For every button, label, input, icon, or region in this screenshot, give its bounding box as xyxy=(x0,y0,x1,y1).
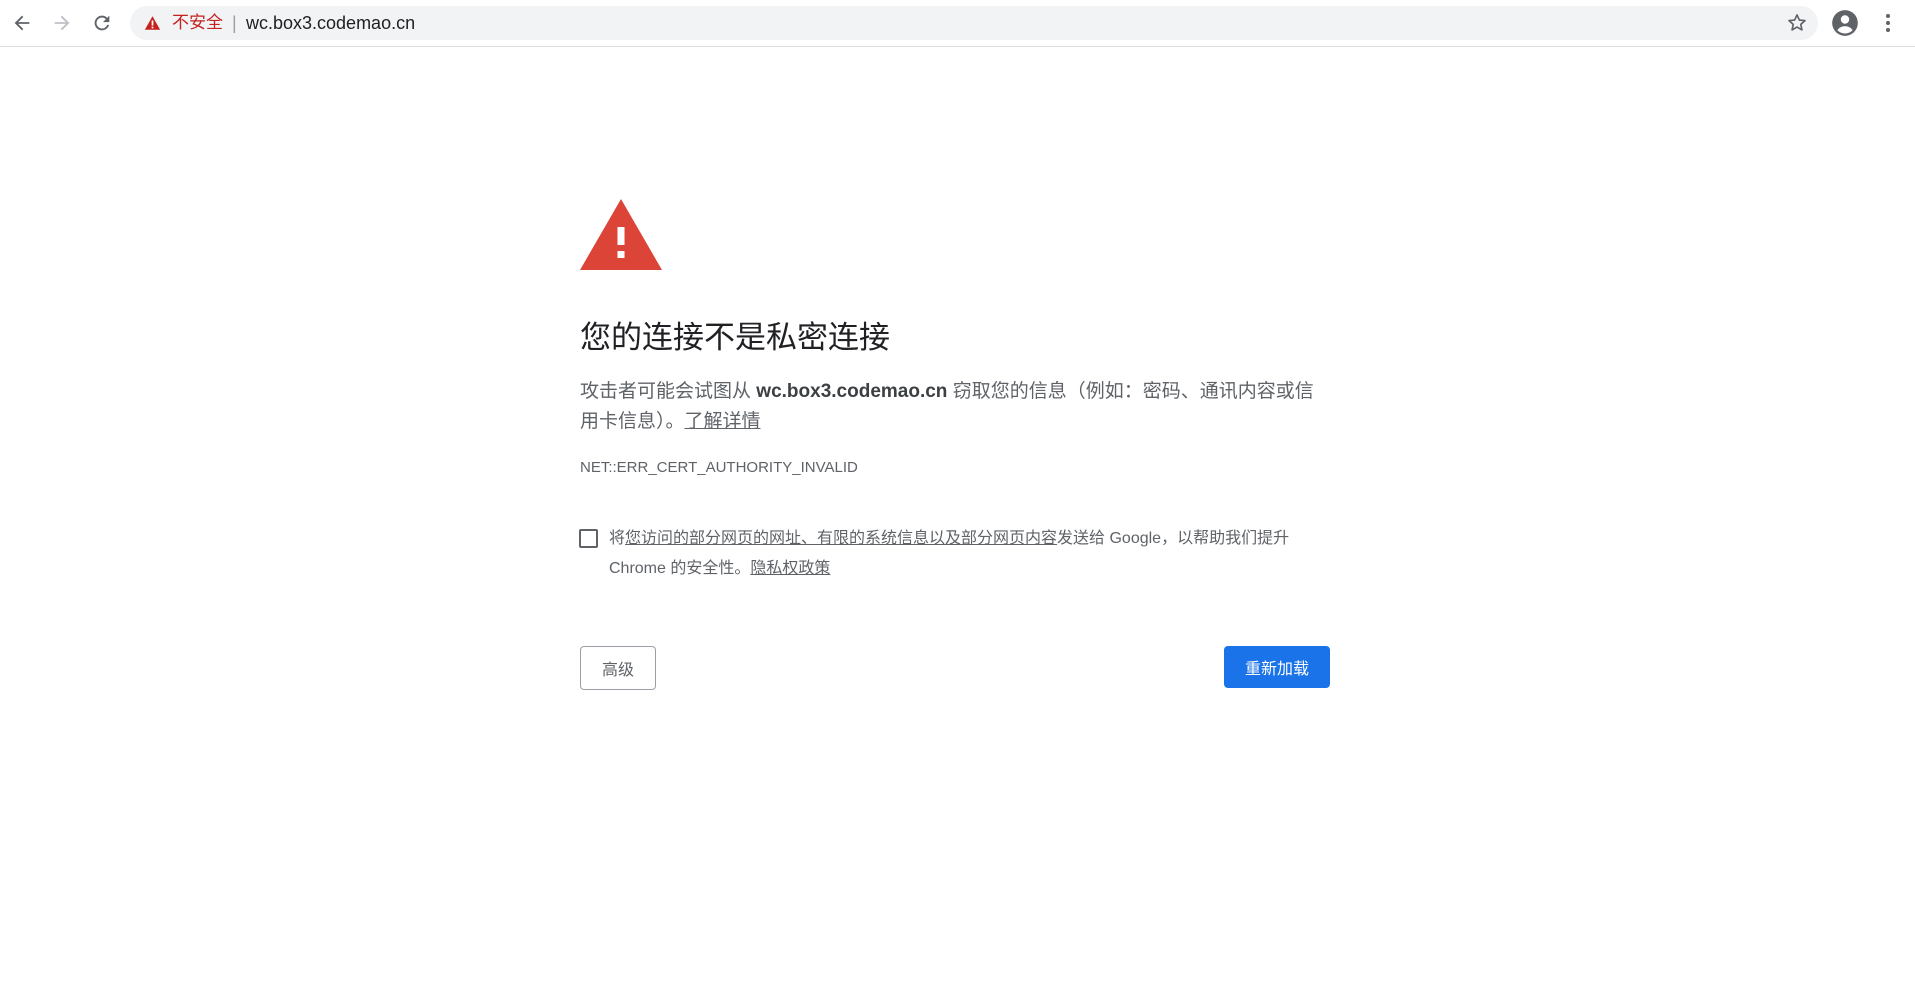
reload-button[interactable] xyxy=(85,6,119,40)
account-icon[interactable] xyxy=(1831,9,1859,37)
page-title: 您的连接不是私密连接 xyxy=(580,320,890,355)
host-name: wc.box3.codemao.cn xyxy=(756,381,948,402)
address-separator: | xyxy=(232,13,237,33)
arrow-left-icon xyxy=(14,15,30,31)
warning-triangle-icon xyxy=(580,199,662,270)
reload-page-button[interactable]: 重新加载 xyxy=(1224,646,1330,688)
browser-toolbar: 不安全 | wc.box3.codemao.cn xyxy=(0,0,1915,47)
browser-menu-button[interactable] xyxy=(1876,9,1900,37)
security-status-label[interactable]: 不安全 xyxy=(172,13,223,33)
warning-icon[interactable] xyxy=(144,15,161,31)
error-description: 攻击者可能会试图从 wc.box3.codemao.cn 窃取您的信息（例如：密… xyxy=(580,377,1325,437)
url-text[interactable]: wc.box3.codemao.cn xyxy=(246,13,415,33)
optin-prefix: 将 xyxy=(609,530,626,547)
safe-browsing-optin-checkbox[interactable] xyxy=(579,529,598,548)
privacy-policy-link[interactable]: 隐私权政策 xyxy=(750,560,830,577)
vertical-dots-icon xyxy=(1886,14,1890,32)
error-code: NET::ERR_CERT_AUTHORITY_INVALID xyxy=(580,459,858,476)
learn-more-link[interactable]: 了解详情 xyxy=(685,411,761,432)
advanced-button[interactable]: 高级 xyxy=(580,646,656,690)
back-button[interactable] xyxy=(5,6,39,40)
arrow-right-icon xyxy=(54,15,70,31)
reload-icon xyxy=(94,15,110,31)
star-icon[interactable] xyxy=(1786,12,1808,34)
optin-details-link[interactable]: 您访问的部分网页的网址、有限的系统信息以及部分网页内容 xyxy=(625,530,1057,547)
address-bar[interactable]: 不安全 | wc.box3.codemao.cn xyxy=(130,6,1818,40)
forward-button[interactable] xyxy=(45,6,79,40)
description-prefix: 攻击者可能会试图从 xyxy=(580,381,752,402)
safe-browsing-optin-label: 将您访问的部分网页的网址、有限的系统信息以及部分网页内容发送给 Google，以… xyxy=(609,524,1319,584)
